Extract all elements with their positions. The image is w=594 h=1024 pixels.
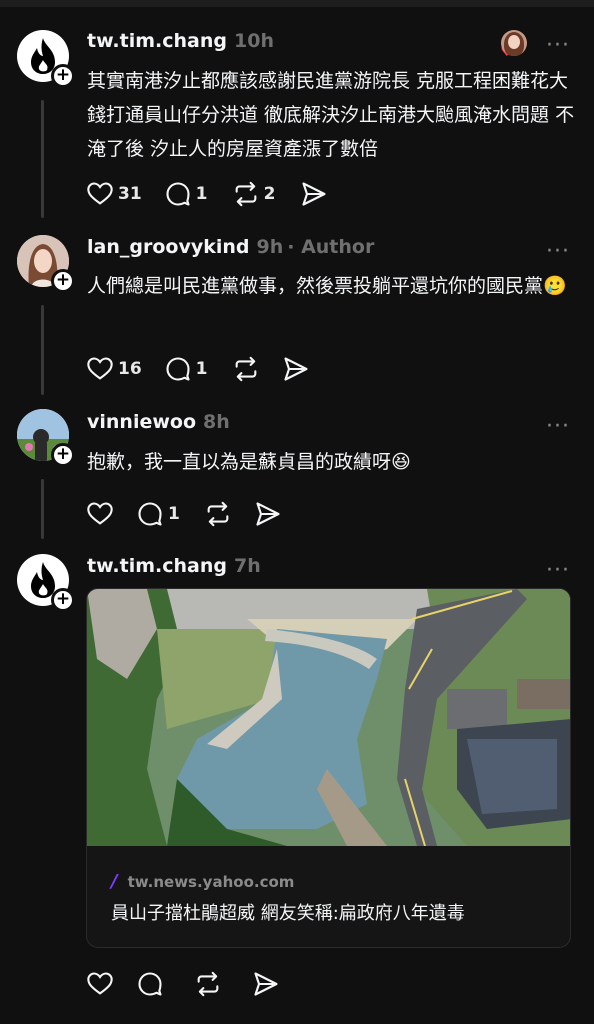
repost-count: 2 bbox=[263, 184, 276, 204]
username[interactable]: lan_groovykind bbox=[87, 236, 249, 258]
send-icon bbox=[284, 357, 308, 381]
username[interactable]: tw.tim.chang bbox=[87, 555, 227, 577]
reply-count: 1 bbox=[195, 184, 208, 204]
action-bar: 16 1 bbox=[86, 354, 332, 384]
reply-count: 1 bbox=[195, 359, 208, 379]
timestamp: 8h bbox=[203, 411, 230, 433]
repost-button[interactable] bbox=[232, 355, 260, 383]
share-button[interactable] bbox=[254, 500, 282, 528]
avatar[interactable]: + bbox=[17, 554, 75, 612]
follow-plus-icon[interactable]: + bbox=[51, 269, 75, 293]
repost-icon bbox=[235, 356, 257, 382]
reply-count: 1 bbox=[168, 504, 180, 524]
send-icon bbox=[254, 972, 278, 996]
repost-button[interactable] bbox=[194, 970, 222, 998]
link-preview-card[interactable]: / tw.news.yahoo.com 員山子擋杜鵑超威 網友笑稱:扁政府八年遺… bbox=[86, 588, 571, 948]
repost-icon bbox=[235, 181, 257, 207]
yahoo-slash-icon: / bbox=[111, 871, 118, 892]
comment-icon bbox=[166, 182, 190, 206]
action-bar bbox=[86, 969, 302, 999]
repost-button[interactable] bbox=[204, 500, 232, 528]
post-text: 人們總是叫民進黨做事，然後票投躺平還坑你的國民黨🥲 bbox=[87, 275, 567, 297]
reply-button[interactable]: 1 bbox=[136, 500, 182, 528]
reply-button[interactable]: 1 bbox=[164, 355, 210, 383]
timestamp: 10h bbox=[234, 30, 274, 52]
like-button[interactable]: 31 bbox=[86, 180, 142, 208]
link-domain-text: tw.news.yahoo.com bbox=[127, 872, 295, 891]
heart-icon bbox=[87, 972, 113, 995]
comment-icon bbox=[166, 357, 190, 381]
action-bar: 31 1 2 bbox=[86, 179, 350, 209]
more-options-icon[interactable]: ··· bbox=[546, 416, 570, 438]
post-header: tw.tim.chang 7h bbox=[87, 555, 261, 581]
thread-line bbox=[41, 100, 44, 218]
heart-icon bbox=[87, 182, 113, 205]
comment-icon bbox=[138, 972, 162, 996]
post-header: lan_groovykind 9h · Author bbox=[87, 236, 374, 262]
share-button[interactable] bbox=[300, 180, 328, 208]
send-icon bbox=[302, 182, 326, 206]
post-text: 抱歉，我一直以為是蘇貞昌的政績呀😆 bbox=[87, 451, 411, 473]
avatar[interactable]: + bbox=[17, 409, 75, 467]
username[interactable]: tw.tim.chang bbox=[87, 30, 227, 52]
author-tag: · Author bbox=[287, 236, 375, 258]
link-title[interactable]: 員山子擋杜鵑超威 網友笑稱:扁政府八年遺毒 bbox=[111, 899, 465, 925]
follow-plus-icon[interactable]: + bbox=[51, 443, 75, 467]
like-button[interactable] bbox=[86, 500, 114, 528]
liker-avatar[interactable] bbox=[501, 30, 527, 56]
avatar[interactable]: + bbox=[17, 30, 75, 88]
follow-plus-icon[interactable]: + bbox=[51, 64, 75, 88]
link-domain: / tw.news.yahoo.com bbox=[111, 871, 294, 892]
thread-line bbox=[41, 479, 44, 539]
timestamp: 7h bbox=[234, 555, 261, 577]
send-icon bbox=[256, 502, 280, 526]
post-header: vinniewoo 8h bbox=[87, 411, 230, 437]
more-options-icon[interactable]: ··· bbox=[546, 241, 570, 263]
follow-plus-icon[interactable]: + bbox=[51, 588, 75, 612]
repost-icon bbox=[207, 501, 229, 527]
news-photo bbox=[87, 589, 570, 846]
thread-line bbox=[41, 305, 44, 395]
more-options-icon[interactable]: ··· bbox=[546, 35, 570, 57]
repost-icon bbox=[197, 971, 219, 997]
more-options-icon[interactable]: ··· bbox=[546, 560, 570, 582]
heart-icon bbox=[87, 502, 113, 525]
reply-button[interactable] bbox=[136, 970, 164, 998]
post-header: tw.tim.chang 10h bbox=[87, 30, 274, 56]
heart-icon bbox=[87, 357, 113, 380]
share-button[interactable] bbox=[252, 970, 280, 998]
like-button[interactable]: 16 bbox=[86, 355, 142, 383]
avatar[interactable]: + bbox=[17, 235, 75, 293]
share-button[interactable] bbox=[282, 355, 310, 383]
comment-icon bbox=[138, 502, 162, 526]
username[interactable]: vinniewoo bbox=[87, 411, 196, 433]
top-divider bbox=[0, 0, 594, 7]
like-button[interactable] bbox=[86, 970, 114, 998]
reply-button[interactable]: 1 bbox=[164, 180, 210, 208]
like-count: 16 bbox=[118, 359, 142, 379]
action-bar: 1 bbox=[86, 499, 304, 529]
timestamp: 9h bbox=[256, 236, 284, 258]
post-text: 其實南港汐止都應該感謝民進黨游院長 克服工程困難花大錢打通員山仔分洪道 徹底解決… bbox=[87, 70, 575, 160]
repost-button[interactable]: 2 bbox=[232, 180, 278, 208]
like-count: 31 bbox=[118, 184, 142, 204]
